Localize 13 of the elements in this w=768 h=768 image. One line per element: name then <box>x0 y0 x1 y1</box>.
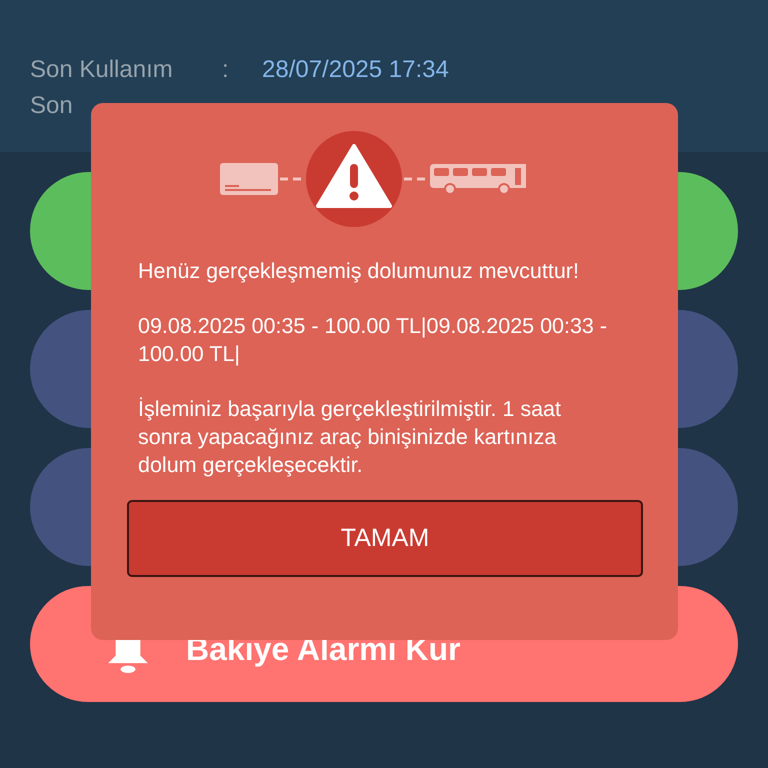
dashed-line <box>280 177 304 181</box>
dashed-line <box>404 177 428 181</box>
info-value: 28/07/2025 17:34 <box>262 56 449 84</box>
separator: : <box>222 56 230 84</box>
info-label: Son <box>30 92 74 120</box>
info-label: Son Kullanım <box>30 56 174 84</box>
warning-icon <box>316 144 392 208</box>
pending-list: 09.08.2025 00:35 - 100.00 TL|09.08.2025 00:33 - 100.00 TL| <box>138 312 608 368</box>
dialog-note: İşleminiz başarıyla gerçekleştirilmiştir. 1 saat sonra yapacağınız araç binişinizde kartınıza dolum gerçekleşecektir. <box>138 396 562 479</box>
ok-button[interactable]: TAMAM <box>127 500 643 577</box>
bus-icon <box>430 162 528 196</box>
card-icon <box>220 163 278 195</box>
dialog-message: Henüz gerçekleşmemiş dolumunuz mevcuttur! <box>138 258 580 285</box>
